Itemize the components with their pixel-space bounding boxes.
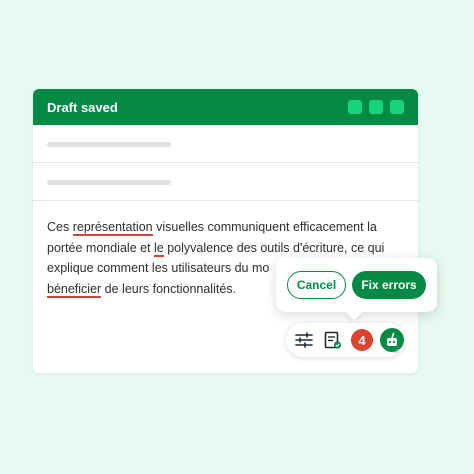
error-word[interactable]: représentation [72, 220, 153, 236]
document-check-icon[interactable] [322, 329, 344, 351]
placeholder-line [47, 142, 171, 147]
error-word[interactable]: béneficier [47, 281, 102, 298]
error-word[interactable]: le [154, 240, 164, 257]
fix-errors-button[interactable]: Fix errors [352, 271, 426, 299]
window-title: Draft saved [47, 99, 118, 115]
window-control-1[interactable] [348, 100, 362, 114]
error-count-badge[interactable]: 4 [351, 329, 373, 351]
input-field-2[interactable] [33, 163, 418, 201]
title-bar: Draft saved [33, 89, 418, 125]
fix-errors-popup: Cancel Fix errors [276, 258, 437, 312]
window-control-2[interactable] [369, 100, 383, 114]
placeholder-line [47, 180, 171, 185]
cancel-button[interactable]: Cancel [287, 271, 346, 299]
sliders-icon[interactable] [293, 329, 315, 351]
resize-grip-icon[interactable] [393, 347, 399, 353]
assistant-toolbar: 4 [286, 323, 405, 357]
window-control-3[interactable] [390, 100, 404, 114]
text-segment: Ces [47, 220, 73, 234]
text-segment: de leurs fonctionnalités. [101, 281, 237, 296]
grammarly-logo-icon[interactable] [380, 328, 404, 352]
input-field-1[interactable] [33, 125, 418, 163]
